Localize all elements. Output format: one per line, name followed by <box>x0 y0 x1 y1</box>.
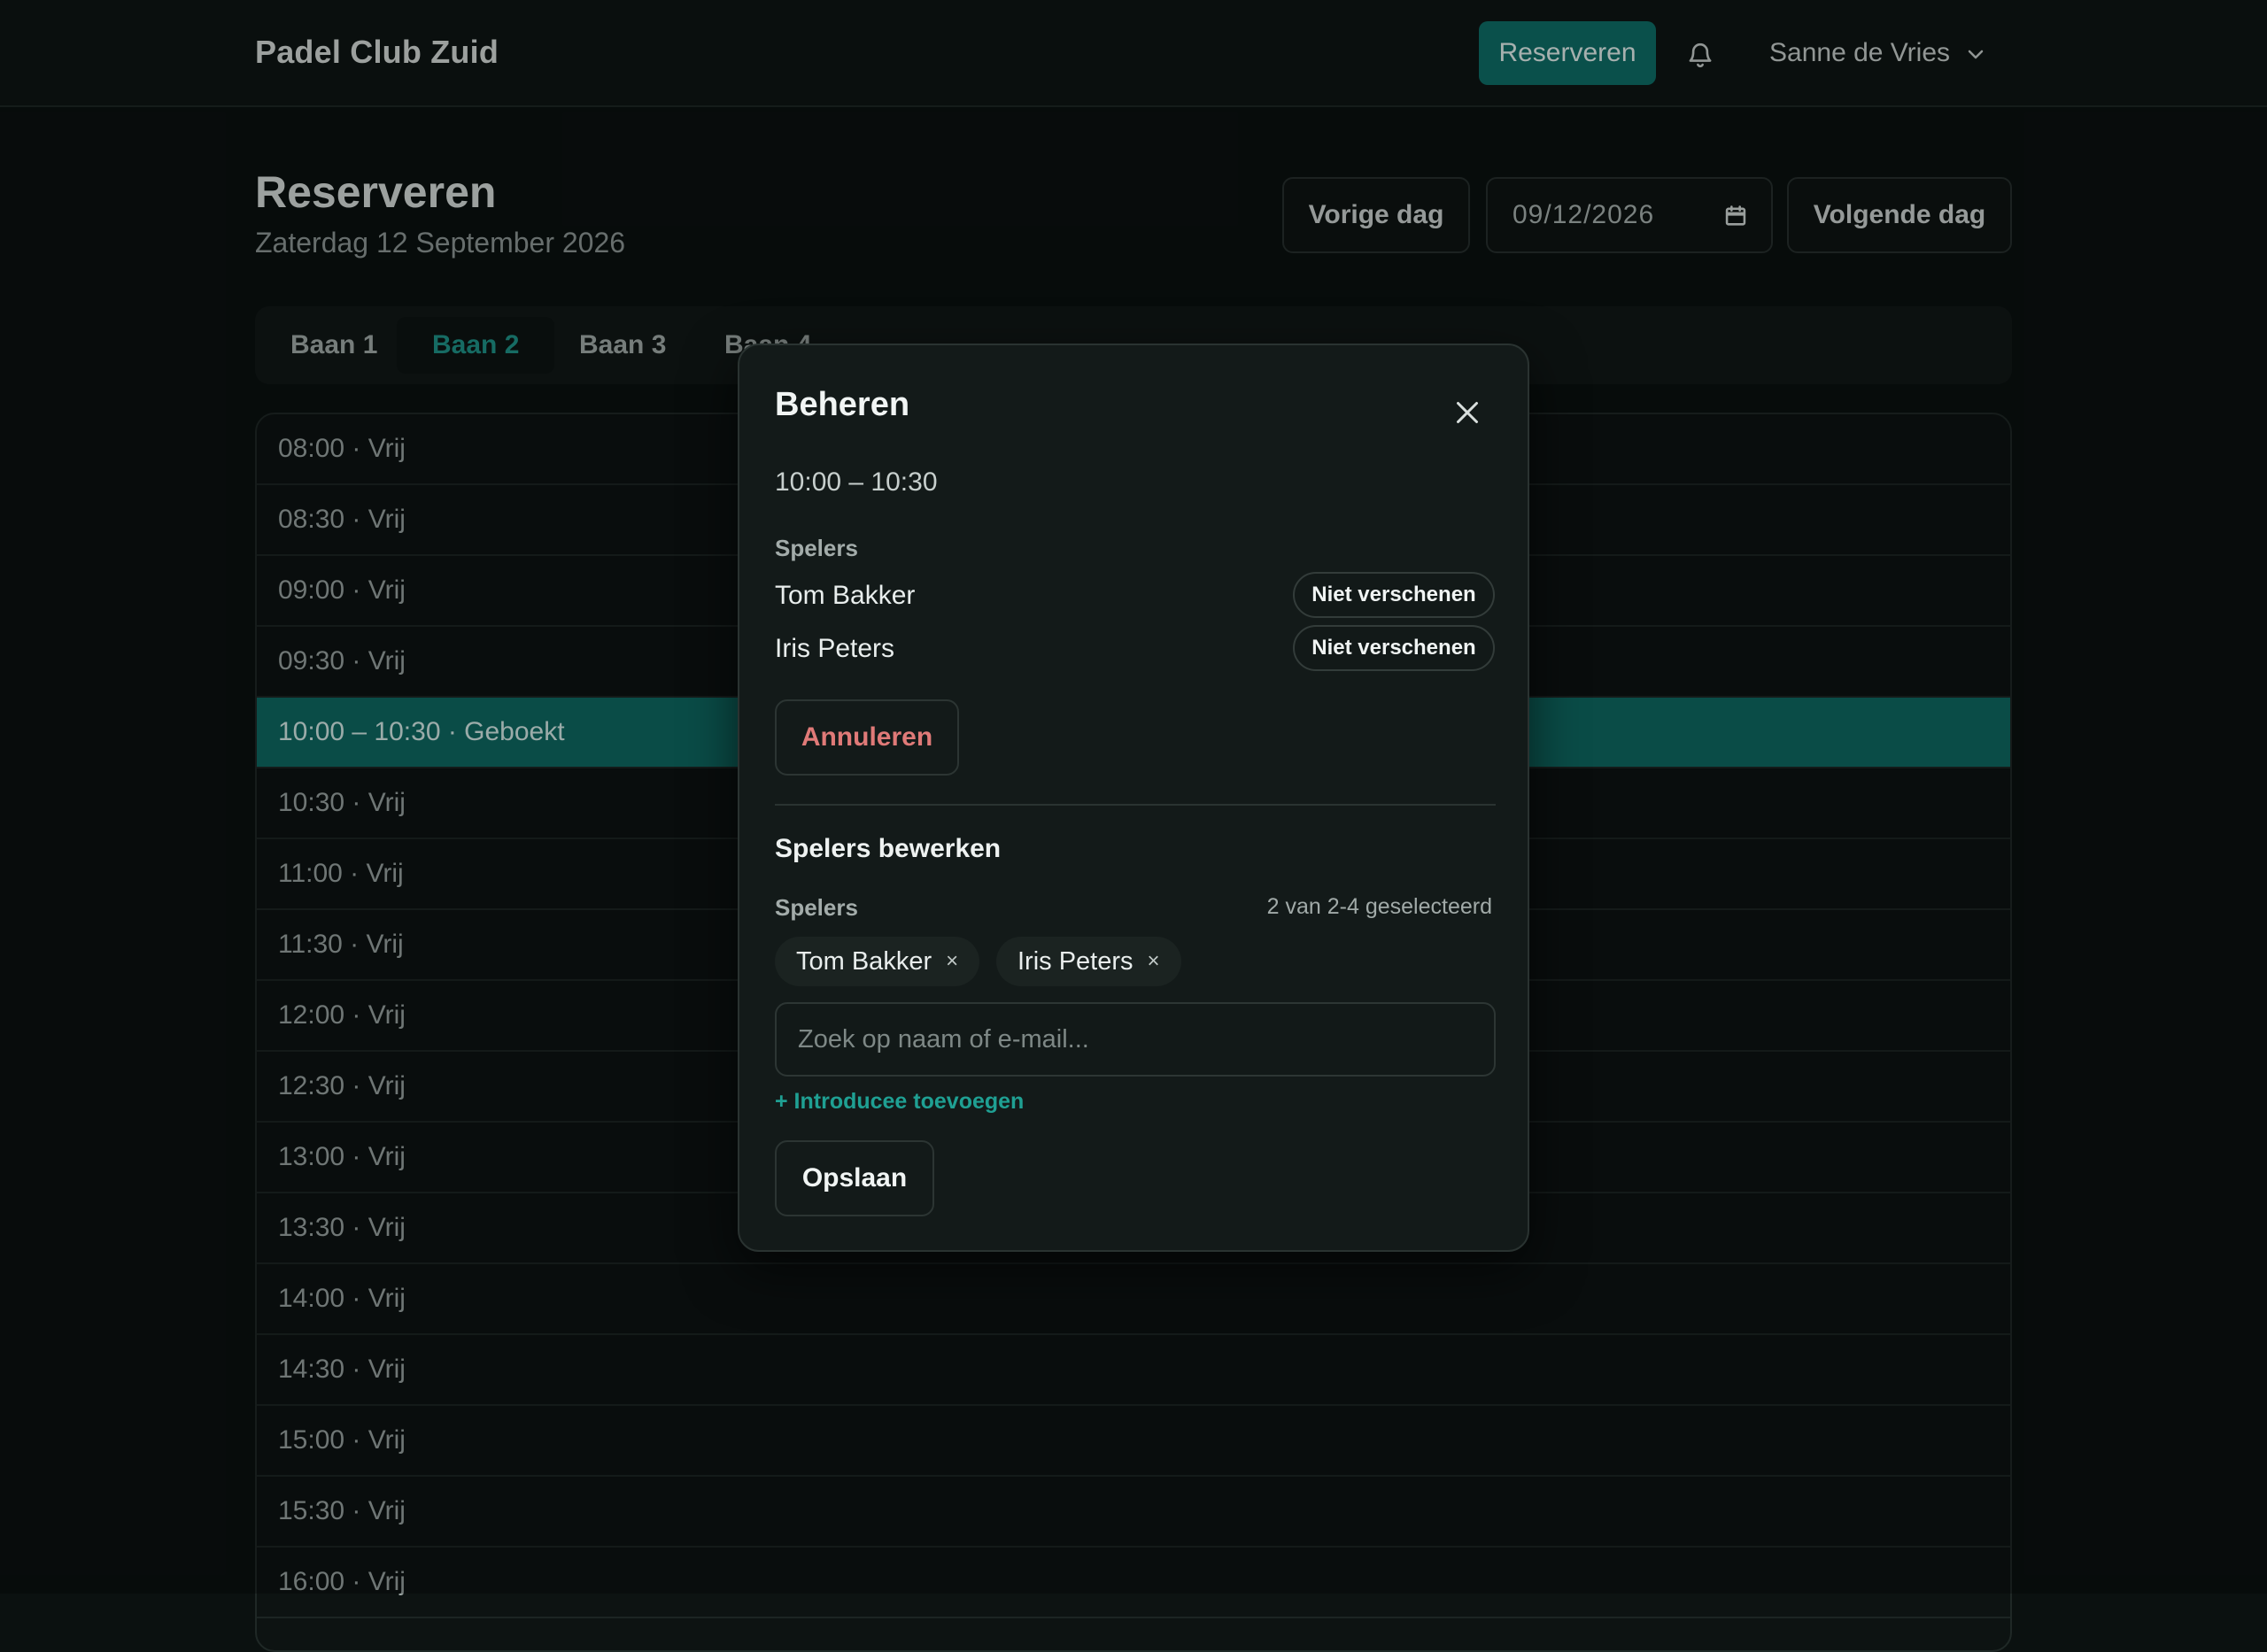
dialog-title: Beheren <box>775 386 910 423</box>
close-icon[interactable] <box>1451 397 1483 428</box>
divider <box>775 804 1496 806</box>
selection-count: 2 van 2-4 geselecteerd <box>1266 894 1492 919</box>
save-button[interactable]: Opslaan <box>775 1140 934 1216</box>
edit-players-heading: Spelers bewerken <box>775 834 1002 863</box>
no-show-button[interactable]: Niet verschenen <box>1293 625 1495 671</box>
edit-players-label: Spelers <box>775 894 858 921</box>
players-label: Spelers <box>775 535 858 561</box>
player-chip: Iris Peters × <box>996 937 1181 986</box>
manage-booking-dialog: Beheren 10:00 – 10:30 Spelers Tom Bakker… <box>738 344 1529 1252</box>
remove-chip-icon[interactable]: × <box>1148 949 1160 974</box>
booking-time: 10:00 – 10:30 <box>775 467 938 497</box>
player-chip-label: Iris Peters <box>1017 946 1134 976</box>
player-chip: Tom Bakker × <box>775 937 980 986</box>
cancel-booking-button[interactable]: Annuleren <box>775 699 959 776</box>
add-guest-link[interactable]: + Introducee toevoegen <box>775 1089 1024 1115</box>
player-name: Iris Peters <box>775 634 895 663</box>
player-search-input[interactable]: Zoek op naam of e-mail... <box>775 1002 1496 1077</box>
remove-chip-icon[interactable]: × <box>946 949 958 974</box>
no-show-button[interactable]: Niet verschenen <box>1293 572 1495 618</box>
player-name: Tom Bakker <box>775 581 916 610</box>
player-chip-label: Tom Bakker <box>796 946 932 976</box>
